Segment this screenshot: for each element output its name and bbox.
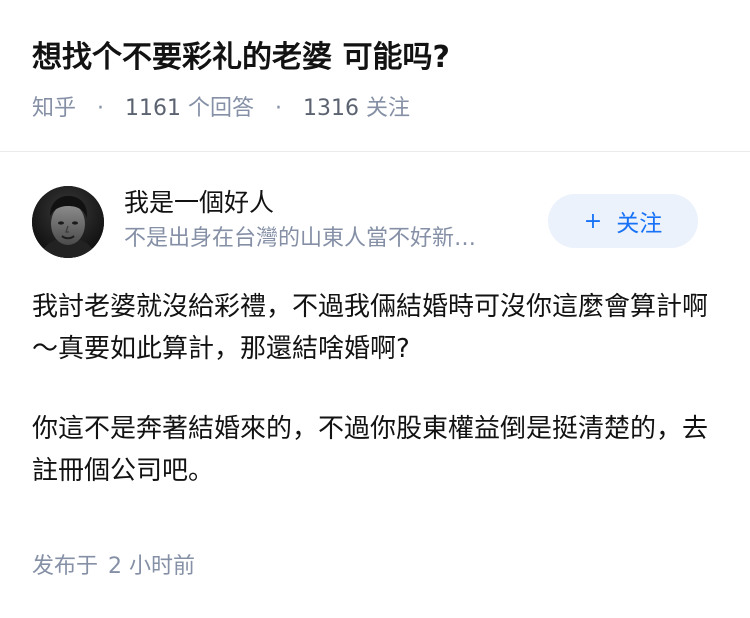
author-bio: 不是出身在台灣的山東人當不好新… [124, 226, 477, 251]
meta-separator: · [97, 96, 105, 121]
question-title[interactable]: 想找个不要彩礼的老婆 可能吗? [32, 32, 726, 84]
followers-count-link[interactable]: 1316 关注 [303, 96, 410, 121]
followers-label: 关注 [366, 96, 411, 121]
answers-count-link[interactable]: 1161 个回答 [125, 96, 261, 121]
header-divider [0, 151, 750, 152]
meta-separator: · [275, 96, 283, 121]
author-info: 我是一個好人 不是出身在台灣的山東人當不好新… [124, 184, 544, 256]
author-name[interactable]: 我是一個好人 [124, 184, 544, 222]
published-label: 发布于 [32, 554, 99, 579]
source-label[interactable]: 知乎 [32, 96, 76, 121]
answers-count: 1161 [125, 96, 182, 121]
follow-button-label: 关注 [616, 211, 663, 237]
answer-body: 我討老婆就沒給彩禮，不過我倆結婚時可沒你這麼會算計啊～真要如此算計，那還結啥婚啊… [32, 286, 710, 530]
answer-footer: 发布于 2 小时前 [32, 550, 195, 584]
author-row: 我是一個好人 不是出身在台灣的山東人當不好新… + 关注 [32, 186, 698, 260]
followers-count: 1316 [303, 96, 360, 121]
published-time[interactable]: 2 小时前 [108, 554, 195, 579]
answer-paragraph: 你這不是奔著結婚來的，不過你股東權益倒是挺清楚的，去註冊個公司吧。 [32, 414, 709, 486]
portrait-avatar-icon [32, 186, 104, 258]
answer-paragraph: 我討老婆就沒給彩禮，不過我倆結婚時可沒你這麼會算計啊～真要如此算計，那還結啥婚啊… [32, 292, 709, 364]
follow-button[interactable]: + 关注 [548, 194, 698, 248]
author-avatar[interactable] [32, 186, 104, 258]
question-meta: 知乎 · 1161 个回答 · 1316 关注 [32, 92, 726, 126]
plus-icon: + [583, 208, 603, 234]
question-header: 想找个不要彩礼的老婆 可能吗? 知乎 · 1161 个回答 · 1316 关注 [32, 32, 726, 126]
answers-label: 个回答 [188, 96, 255, 121]
